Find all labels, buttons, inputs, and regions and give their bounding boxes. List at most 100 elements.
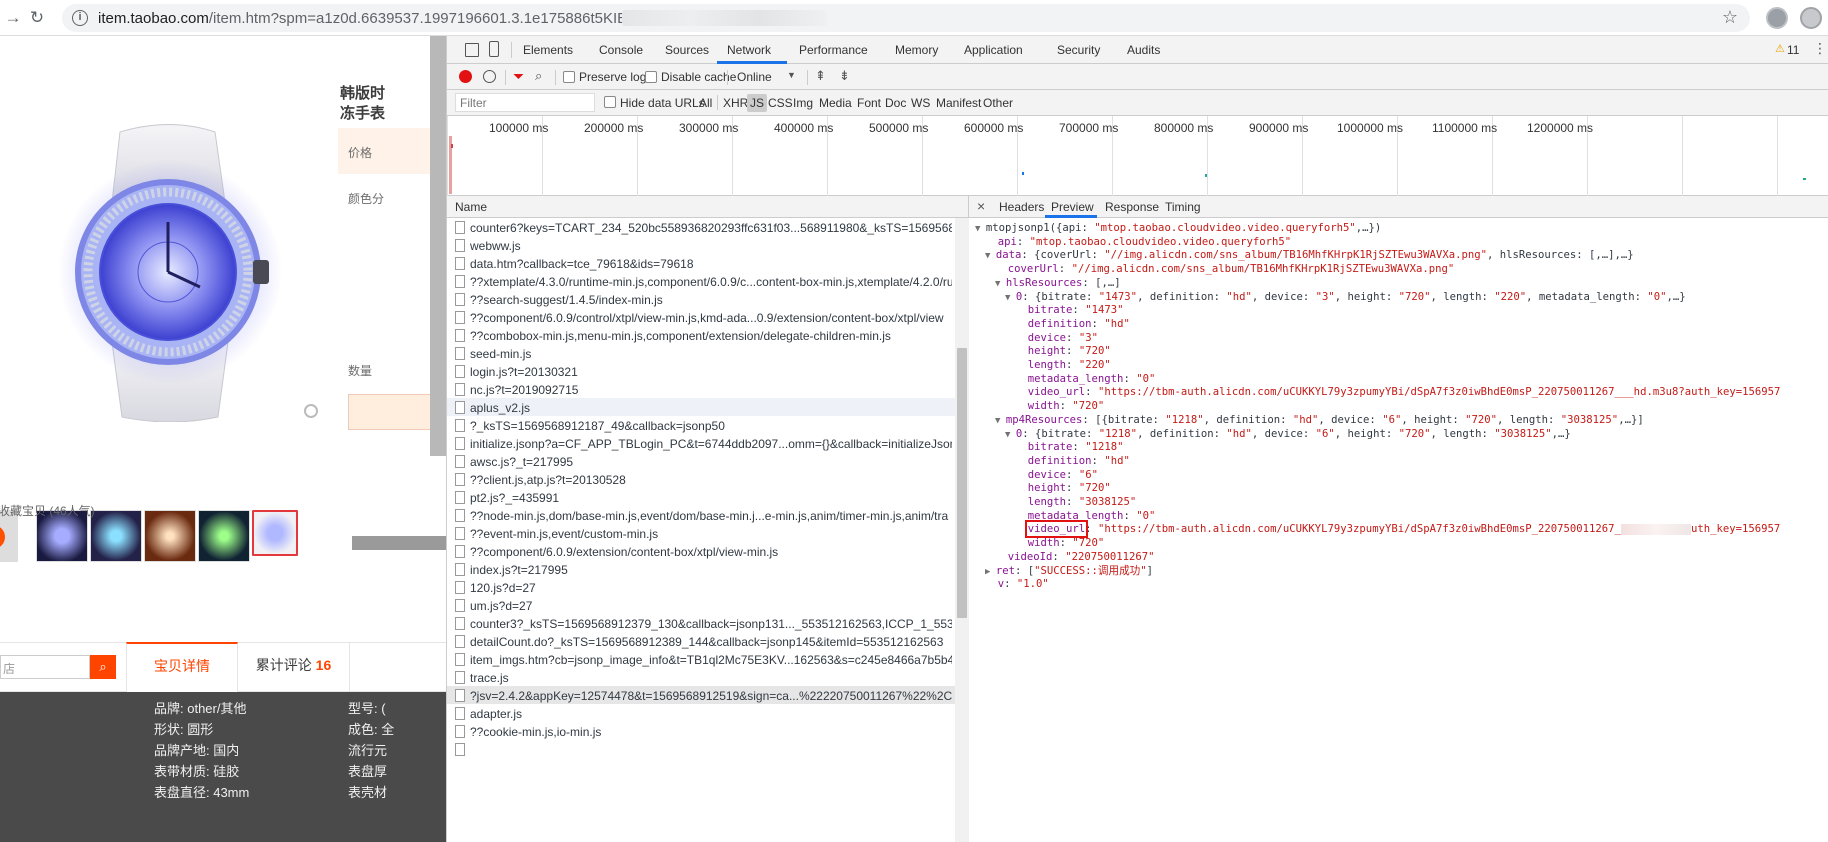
hide-data-urls-checkbox[interactable] bbox=[604, 96, 616, 108]
filter-doc[interactable]: Doc bbox=[885, 96, 906, 110]
request-row[interactable]: login.js?t=20130321 bbox=[447, 362, 968, 380]
export-har-icon[interactable]: ⇟ bbox=[839, 68, 850, 84]
forward-icon[interactable]: → bbox=[2, 7, 24, 29]
request-row[interactable]: ??client.js,atp.js?t=20130528 bbox=[447, 470, 968, 488]
request-row[interactable]: ?jsv=2.4.2&appKey=12574478&t=15695689125… bbox=[447, 686, 968, 704]
timeline-overview[interactable]: 100000 ms 200000 ms 300000 ms 400000 ms … bbox=[447, 116, 1828, 196]
chevron-down-icon[interactable]: ▼ bbox=[787, 70, 796, 80]
thumbnail-3[interactable] bbox=[144, 510, 196, 562]
request-list-scrollbar[interactable] bbox=[955, 218, 969, 842]
tab-application[interactable]: Application bbox=[964, 43, 1023, 57]
collapse-triangle-icon[interactable]: ▼ bbox=[995, 416, 1006, 426]
collapse-triangle-icon[interactable]: ▼ bbox=[975, 224, 986, 234]
filter-manifest[interactable]: Manifest bbox=[936, 96, 981, 110]
tab-audits[interactable]: Audits bbox=[1127, 43, 1160, 57]
filter-img[interactable]: Img bbox=[793, 96, 813, 110]
request-row[interactable]: ??component/6.0.9/control/xtpl/view-min.… bbox=[447, 308, 968, 326]
request-row[interactable]: um.js?d=27 bbox=[447, 596, 968, 614]
inspect-element-icon[interactable] bbox=[465, 43, 479, 57]
collapse-triangle-icon[interactable]: ▼ bbox=[1005, 430, 1016, 440]
tab-reviews[interactable]: 累计评论 16 bbox=[238, 643, 350, 691]
request-row[interactable]: detailCount.do?_ksTS=1569568912389_144&c… bbox=[447, 632, 968, 650]
collapse-triangle-icon[interactable]: ▼ bbox=[985, 251, 996, 261]
request-row[interactable]: aplus_v2.js bbox=[447, 398, 968, 416]
preview-line[interactable]: ▼ hlsResources: [,…] bbox=[995, 277, 1121, 292]
request-row[interactable]: nc.js?t=2019092715 bbox=[447, 380, 968, 398]
clear-icon[interactable] bbox=[483, 70, 496, 83]
preview-line[interactable]: ▼ mtopjsonp1({api: "mtop.taobao.cloudvid… bbox=[975, 222, 1381, 237]
search-icon[interactable]: ⌕ bbox=[90, 655, 116, 679]
request-row[interactable]: initialize.jsonp?a=CF_APP_TBLogin_PC&t=6… bbox=[447, 434, 968, 452]
request-row[interactable]: ??node-min.js,dom/base-min.js,event/dom/… bbox=[447, 506, 968, 524]
filter-all[interactable]: All bbox=[699, 96, 712, 110]
page-scrollbar[interactable] bbox=[430, 36, 446, 456]
preview-line[interactable]: ▼ 0: {bitrate: "1218", definition: "hd",… bbox=[1005, 428, 1571, 443]
request-row[interactable]: counter3?_ksTS=1569568912379_130&callbac… bbox=[447, 614, 968, 632]
import-har-icon[interactable]: ⇞ bbox=[815, 68, 826, 84]
filter-css[interactable]: CSS bbox=[768, 96, 793, 110]
name-column-header[interactable]: Name bbox=[455, 200, 487, 214]
request-row[interactable]: trace.js bbox=[447, 668, 968, 686]
favorites-count[interactable]: 收藏宝贝 (46人气) bbox=[0, 502, 95, 519]
profile-avatar-icon[interactable] bbox=[1800, 7, 1822, 29]
shop-search-input[interactable]: 店 bbox=[0, 655, 90, 679]
record-icon[interactable] bbox=[459, 70, 472, 83]
warning-icon[interactable]: ⚠ bbox=[1775, 42, 1785, 55]
filter-media[interactable]: Media bbox=[819, 96, 852, 110]
more-menu-icon[interactable]: ⋮ bbox=[1813, 40, 1827, 57]
preserve-log-checkbox[interactable] bbox=[563, 71, 575, 83]
disable-cache-checkbox[interactable] bbox=[645, 71, 657, 83]
url-text[interactable]: item.taobao.com/item.htm?spm=a1z0d.66395… bbox=[98, 10, 657, 27]
tab-memory[interactable]: Memory bbox=[895, 43, 938, 57]
tab-elements[interactable]: Elements bbox=[523, 43, 573, 57]
request-row[interactable]: ??combobox-min.js,menu-min.js,component/… bbox=[447, 326, 968, 344]
tab-network[interactable]: Network bbox=[727, 43, 771, 57]
request-row[interactable]: adapter.js bbox=[447, 704, 968, 722]
filter-js-active[interactable]: JS bbox=[747, 94, 768, 112]
request-row[interactable]: 120.js?d=27 bbox=[447, 578, 968, 596]
request-row[interactable] bbox=[447, 740, 968, 758]
request-row[interactable]: webww.js bbox=[447, 236, 968, 254]
throttle-select[interactable]: Online bbox=[737, 70, 772, 84]
preview-line[interactable]: ▼ data: {coverUrl: "//img.alicdn.com/sns… bbox=[985, 249, 1634, 264]
request-row[interactable]: ?_ksTS=1569568912187_49&callback=jsonp50 bbox=[447, 416, 968, 434]
tab-security[interactable]: Security bbox=[1057, 43, 1100, 57]
filter-input[interactable]: Filter bbox=[455, 93, 595, 112]
collapse-triangle-icon[interactable]: ▼ bbox=[1005, 293, 1016, 303]
zoom-icon[interactable] bbox=[304, 404, 318, 418]
extension-icon[interactable] bbox=[1766, 7, 1788, 29]
request-row[interactable]: seed-min.js bbox=[447, 344, 968, 362]
close-icon[interactable]: × bbox=[977, 198, 985, 214]
request-row[interactable]: counter6?keys=TCART_234_520bc55893682029… bbox=[447, 218, 968, 236]
filter-other[interactable]: Other bbox=[983, 96, 1013, 110]
preview-line[interactable]: ▶ ret: ["SUCCESS::调用成功"] bbox=[985, 565, 1153, 580]
thumbnail-2[interactable] bbox=[90, 510, 142, 562]
filter-font[interactable]: Font bbox=[857, 96, 881, 110]
device-toolbar-icon[interactable] bbox=[489, 41, 499, 57]
tab-product-details[interactable]: 宝贝详情 bbox=[126, 642, 238, 692]
filter-xhr[interactable]: XHR bbox=[723, 96, 748, 110]
tab-console[interactable]: Console bbox=[599, 43, 643, 57]
request-row[interactable]: ??cookie-min.js,io-min.js bbox=[447, 722, 968, 740]
preview-line[interactable]: ▼ mp4Resources: [{bitrate: "1218", defin… bbox=[995, 414, 1644, 429]
request-row[interactable]: ??search-suggest/1.4.5/index-min.js bbox=[447, 290, 968, 308]
expand-triangle-icon[interactable]: ▶ bbox=[985, 567, 996, 577]
request-row[interactable]: ??component/6.0.9/extension/content-box/… bbox=[447, 542, 968, 560]
bookmark-star-icon[interactable]: ☆ bbox=[1722, 7, 1738, 28]
detail-tab-preview[interactable]: Preview bbox=[1051, 200, 1094, 214]
thumbnail-5-selected[interactable] bbox=[252, 510, 298, 556]
thumbnail-4[interactable] bbox=[198, 510, 250, 562]
request-row[interactable]: data.htm?callback=tce_79618&ids=79618 bbox=[447, 254, 968, 272]
detail-tab-timing[interactable]: Timing bbox=[1165, 200, 1201, 214]
search-icon[interactable]: ⌕ bbox=[535, 68, 542, 84]
warning-count[interactable]: 11 bbox=[1787, 43, 1799, 57]
request-row[interactable]: index.js?t=217995 bbox=[447, 560, 968, 578]
preview-line[interactable]: ▼ 0: {bitrate: "1473", definition: "hd",… bbox=[1005, 291, 1686, 306]
tab-sources[interactable]: Sources bbox=[665, 43, 709, 57]
filter-icon[interactable]: ⏷ bbox=[513, 68, 524, 85]
tab-performance[interactable]: Performance bbox=[799, 43, 868, 57]
detail-tab-response[interactable]: Response bbox=[1105, 200, 1159, 214]
address-bar[interactable]: i item.taobao.com/item.htm?spm=a1z0d.663… bbox=[62, 4, 1750, 32]
reload-icon[interactable]: ↻ bbox=[26, 7, 48, 29]
request-row[interactable]: item_imgs.htm?cb=jsonp_image_info&t=TB1q… bbox=[447, 650, 968, 668]
